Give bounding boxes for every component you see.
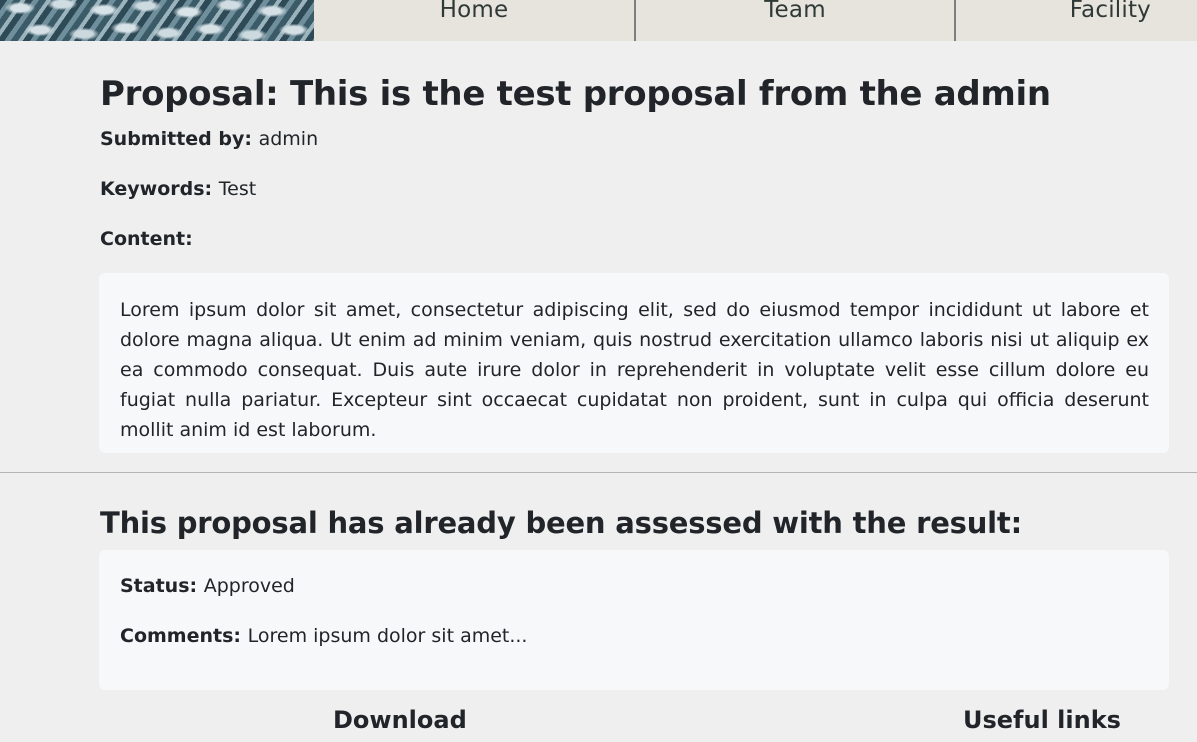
nav-item-home[interactable]: Home: [314, 0, 634, 41]
footer-useful-links-heading: Useful links: [963, 706, 1121, 734]
proposal-header: Proposal: This is the test proposal from…: [100, 72, 1170, 116]
section-divider: [0, 472, 1197, 473]
submitted-by-row: Submitted by: admin: [100, 125, 318, 153]
proposal-content-box: Lorem ipsum dolor sit amet, consectetur …: [99, 273, 1169, 453]
status-label: Status:: [120, 575, 204, 597]
assessment-result-box: Status: Approved Comments: Lorem ipsum d…: [99, 550, 1169, 690]
comments-value: Lorem ipsum dolor sit amet...: [247, 625, 528, 647]
page: Home Team Facility Proposal: This is the…: [0, 0, 1197, 742]
keywords-value: Test: [218, 178, 257, 200]
nav-item-label: Team: [764, 0, 826, 23]
nav-item-label: Facility: [1069, 0, 1151, 23]
nav-item-facility[interactable]: Facility: [954, 0, 1197, 41]
keywords-label: Keywords:: [100, 178, 219, 200]
comments-row: Comments: Lorem ipsum dolor sit amet...: [120, 622, 527, 650]
submitted-by-label: Submitted by:: [100, 128, 259, 150]
nav-item-team[interactable]: Team: [634, 0, 954, 41]
submitted-by-value: admin: [258, 128, 319, 150]
footer-download-heading: Download: [333, 706, 467, 734]
page-title: Proposal: This is the test proposal from…: [100, 74, 1051, 114]
status-value: Approved: [203, 575, 295, 597]
comments-label: Comments:: [120, 625, 248, 647]
status-row: Status: Approved: [120, 572, 295, 600]
nav-item-label: Home: [439, 0, 509, 23]
top-navigation: Home Team Facility: [0, 0, 1197, 41]
assessment-heading: This proposal has already been assessed …: [100, 506, 1022, 540]
proposal-content-text: Lorem ipsum dolor sit amet, consectetur …: [120, 299, 1149, 441]
content-row: Content:: [100, 225, 193, 253]
keywords-row: Keywords: Test: [100, 175, 256, 203]
content-label: Content:: [100, 228, 193, 250]
header-banner-image: [0, 0, 314, 41]
